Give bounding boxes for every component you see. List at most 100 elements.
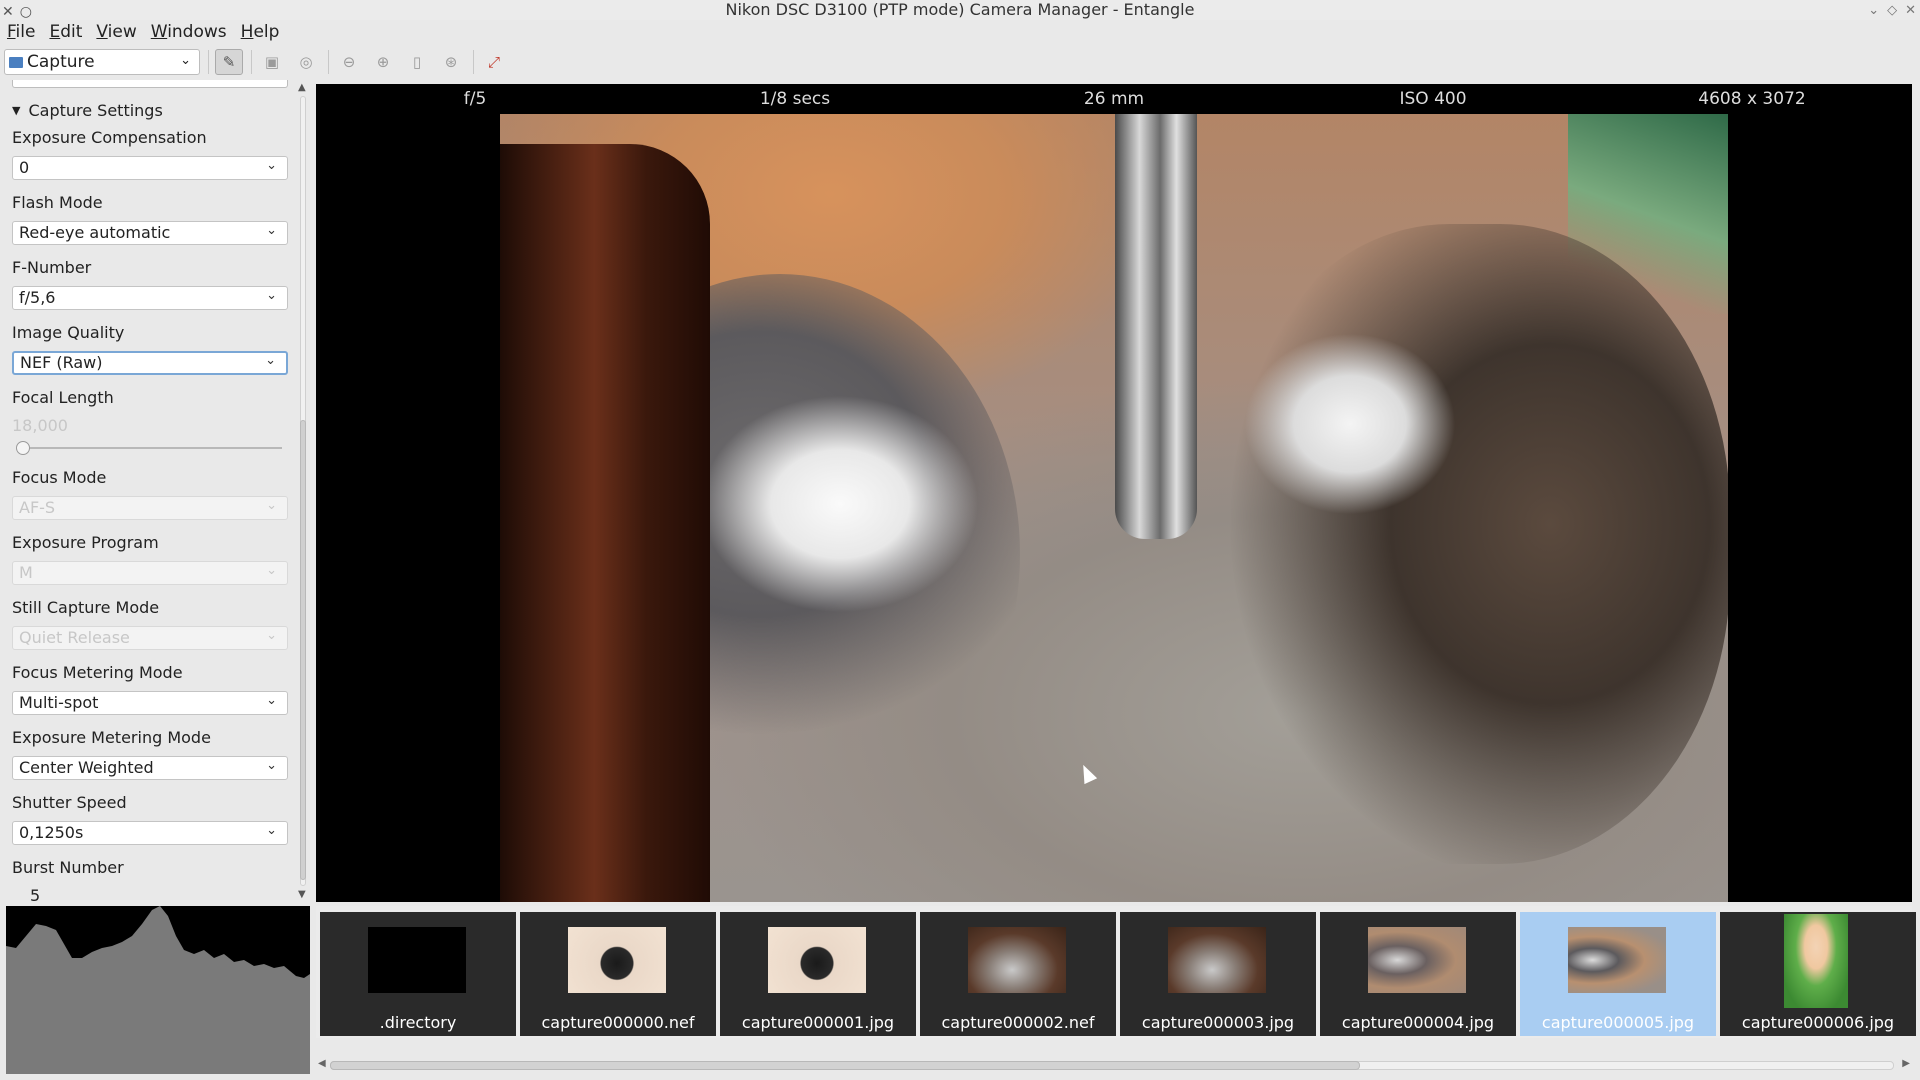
section-capture-settings[interactable]: ▼ Capture Settings <box>12 100 288 120</box>
toolbar-separator <box>328 50 329 74</box>
fullscreen-icon: ⤢ <box>487 53 500 71</box>
field-label: Exposure Metering Mode <box>12 728 211 747</box>
camera-capture-icon: ▣ <box>264 53 280 71</box>
fullscreen-button[interactable]: ⤢ <box>480 49 508 75</box>
thumbnail-strip: .directory capture000000.nef capture0000… <box>316 906 1916 1038</box>
menu-windows[interactable]: Windows <box>144 22 234 42</box>
photo-chair-leg <box>500 144 710 902</box>
field-label: Burst Number <box>12 858 124 877</box>
expander-icon: ▼ <box>12 103 21 117</box>
title-bar: ✕ ○ Nikon DSC D3100 (PTP mode) Camera Man… <box>0 0 1920 20</box>
select-value: M <box>19 563 33 582</box>
slider-track <box>20 447 282 449</box>
zoom-normal-button[interactable]: ⊛ <box>437 49 465 75</box>
field-label: Focal Length <box>12 388 114 407</box>
window-menu-icon[interactable]: ○ <box>20 4 32 20</box>
select-value: f/5,6 <box>19 288 56 307</box>
f-number-select[interactable]: f/5,6 ⌄ <box>12 286 288 310</box>
select-value: 0 <box>19 158 30 177</box>
field-label: Still Capture Mode <box>12 598 160 617</box>
exposure-metering-mode-select[interactable]: Center Weighted ⌄ <box>12 756 288 780</box>
info-shutter: 1/8 secs <box>759 89 831 109</box>
menu-edit[interactable]: Edit <box>42 22 89 42</box>
field-label: Focus Metering Mode <box>12 663 183 682</box>
select-value: Center Weighted <box>19 758 154 777</box>
info-focal-length: 26 mm <box>1083 89 1145 109</box>
image-viewer[interactable] <box>316 114 1912 902</box>
info-iso: ISO 400 <box>1399 89 1467 109</box>
exposure-program-select: M ⌄ <box>12 561 288 585</box>
scroll-right-icon[interactable]: ▶ <box>1902 1058 1910 1069</box>
zoom-out-button[interactable]: ⊖ <box>335 49 363 75</box>
chevron-down-icon: ⌄ <box>266 757 277 773</box>
scroll-thumb[interactable] <box>330 1061 1360 1070</box>
thumbnail-item[interactable]: capture000004.jpg <box>1320 912 1516 1036</box>
minimize-icon[interactable]: ⌄ <box>1868 3 1879 18</box>
zoom-fit-button[interactable]: ▯ <box>403 49 431 75</box>
mode-select[interactable]: Capture ⌄ <box>4 49 200 75</box>
mouse-cursor-icon <box>1076 761 1098 785</box>
select-value: Quiet Release <box>19 628 130 647</box>
window-title: Nikon DSC D3100 (PTP mode) Camera Manage… <box>725 0 1195 19</box>
exposure-compensation-select[interactable]: 0 ⌄ <box>12 156 288 180</box>
page-icon: ▯ <box>412 53 422 71</box>
menu-file[interactable]: File <box>0 22 42 42</box>
settings-list: ▼ Capture Settings Exposure Compensation… <box>12 80 288 902</box>
menu-help[interactable]: Help <box>234 22 287 42</box>
flash-mode-select[interactable]: Red-eye automatic ⌄ <box>12 221 288 245</box>
section-title: Capture Settings <box>28 100 163 120</box>
toolbar: Capture ⌄ ✎ ▣ ◎ ⊖ ⊕ ▯ ⊛ ⤢ <box>0 46 1920 78</box>
close-icon[interactable]: ✕ <box>2 4 14 20</box>
chevron-down-icon: ⌄ <box>266 287 277 303</box>
capture-button[interactable]: ▣ <box>258 49 286 75</box>
thumbnail-item[interactable]: capture000001.jpg <box>720 912 916 1036</box>
menu-view[interactable]: View <box>89 22 143 42</box>
toolbar-separator <box>208 50 209 74</box>
focus-metering-mode-select[interactable]: Multi-spot ⌄ <box>12 691 288 715</box>
image-quality-select[interactable]: NEF (Raw) ⌄ <box>12 351 288 375</box>
scroll-down-icon[interactable]: ▼ <box>298 889 306 900</box>
pencil-icon: ✎ <box>222 53 236 71</box>
thumbnail-caption: .directory <box>379 1013 457 1032</box>
zoom-in-button[interactable]: ⊕ <box>369 49 397 75</box>
thumbnail-item[interactable]: capture000003.jpg <box>1120 912 1316 1036</box>
thumbnail-caption: capture000005.jpg <box>1541 1013 1695 1032</box>
thumbnail-item[interactable]: capture000002.nef <box>920 912 1116 1036</box>
thumbnail-image <box>1368 927 1466 993</box>
preview-button[interactable]: ◎ <box>292 49 320 75</box>
scroll-up-icon[interactable]: ▲ <box>298 82 306 93</box>
chevron-down-icon: ⌄ <box>265 353 276 368</box>
window-controls-right: ⌄ ◇ ✕ <box>1860 1 1916 21</box>
field-label: Shutter Speed <box>12 793 127 812</box>
zoom-in-icon: ⊕ <box>376 53 390 71</box>
field-label: Exposure Program <box>12 533 159 552</box>
settings-toggle-button[interactable]: ✎ <box>215 49 243 75</box>
thumbnail-scrollbar[interactable]: ◀ ▶ <box>316 1058 1912 1074</box>
scroll-thumb[interactable] <box>300 420 306 880</box>
thumbnail-item[interactable]: capture000006.jpg <box>1720 912 1916 1036</box>
focal-length-value: 18,000 <box>12 416 68 435</box>
toolbar-separator <box>473 50 474 74</box>
select-value: AF-S <box>19 498 56 517</box>
thumbnail-caption: capture000006.jpg <box>1741 1013 1895 1032</box>
thumbnail-caption: capture000002.nef <box>941 1013 1095 1032</box>
maximize-icon[interactable]: ◇ <box>1887 3 1897 18</box>
toolbar-separator <box>251 50 252 74</box>
select-value: 0,1250s <box>19 823 84 842</box>
scroll-left-icon[interactable]: ◀ <box>318 1058 326 1069</box>
window-controls-left: ✕ ○ <box>2 2 38 22</box>
close-window-icon[interactable]: ✕ <box>1905 3 1916 18</box>
chevron-down-icon: ⌄ <box>266 627 277 643</box>
chevron-down-icon: ⌄ <box>266 822 277 838</box>
slider-knob <box>16 441 30 455</box>
thumbnail-item-selected[interactable]: capture000005.jpg <box>1520 912 1716 1036</box>
histogram-graph <box>6 906 310 1074</box>
thumbnail-item[interactable]: .directory <box>320 912 516 1036</box>
mode-select-value: Capture <box>27 52 95 72</box>
thumbnail-item[interactable]: capture000000.nef <box>520 912 716 1036</box>
focal-length-slider <box>12 440 288 456</box>
photo-cat-tabby <box>1220 224 1728 864</box>
shutter-speed-select[interactable]: 0,1250s ⌄ <box>12 821 288 845</box>
preview-photo <box>500 114 1728 902</box>
settings-scrollbar[interactable]: ▲ ▼ <box>296 80 310 902</box>
